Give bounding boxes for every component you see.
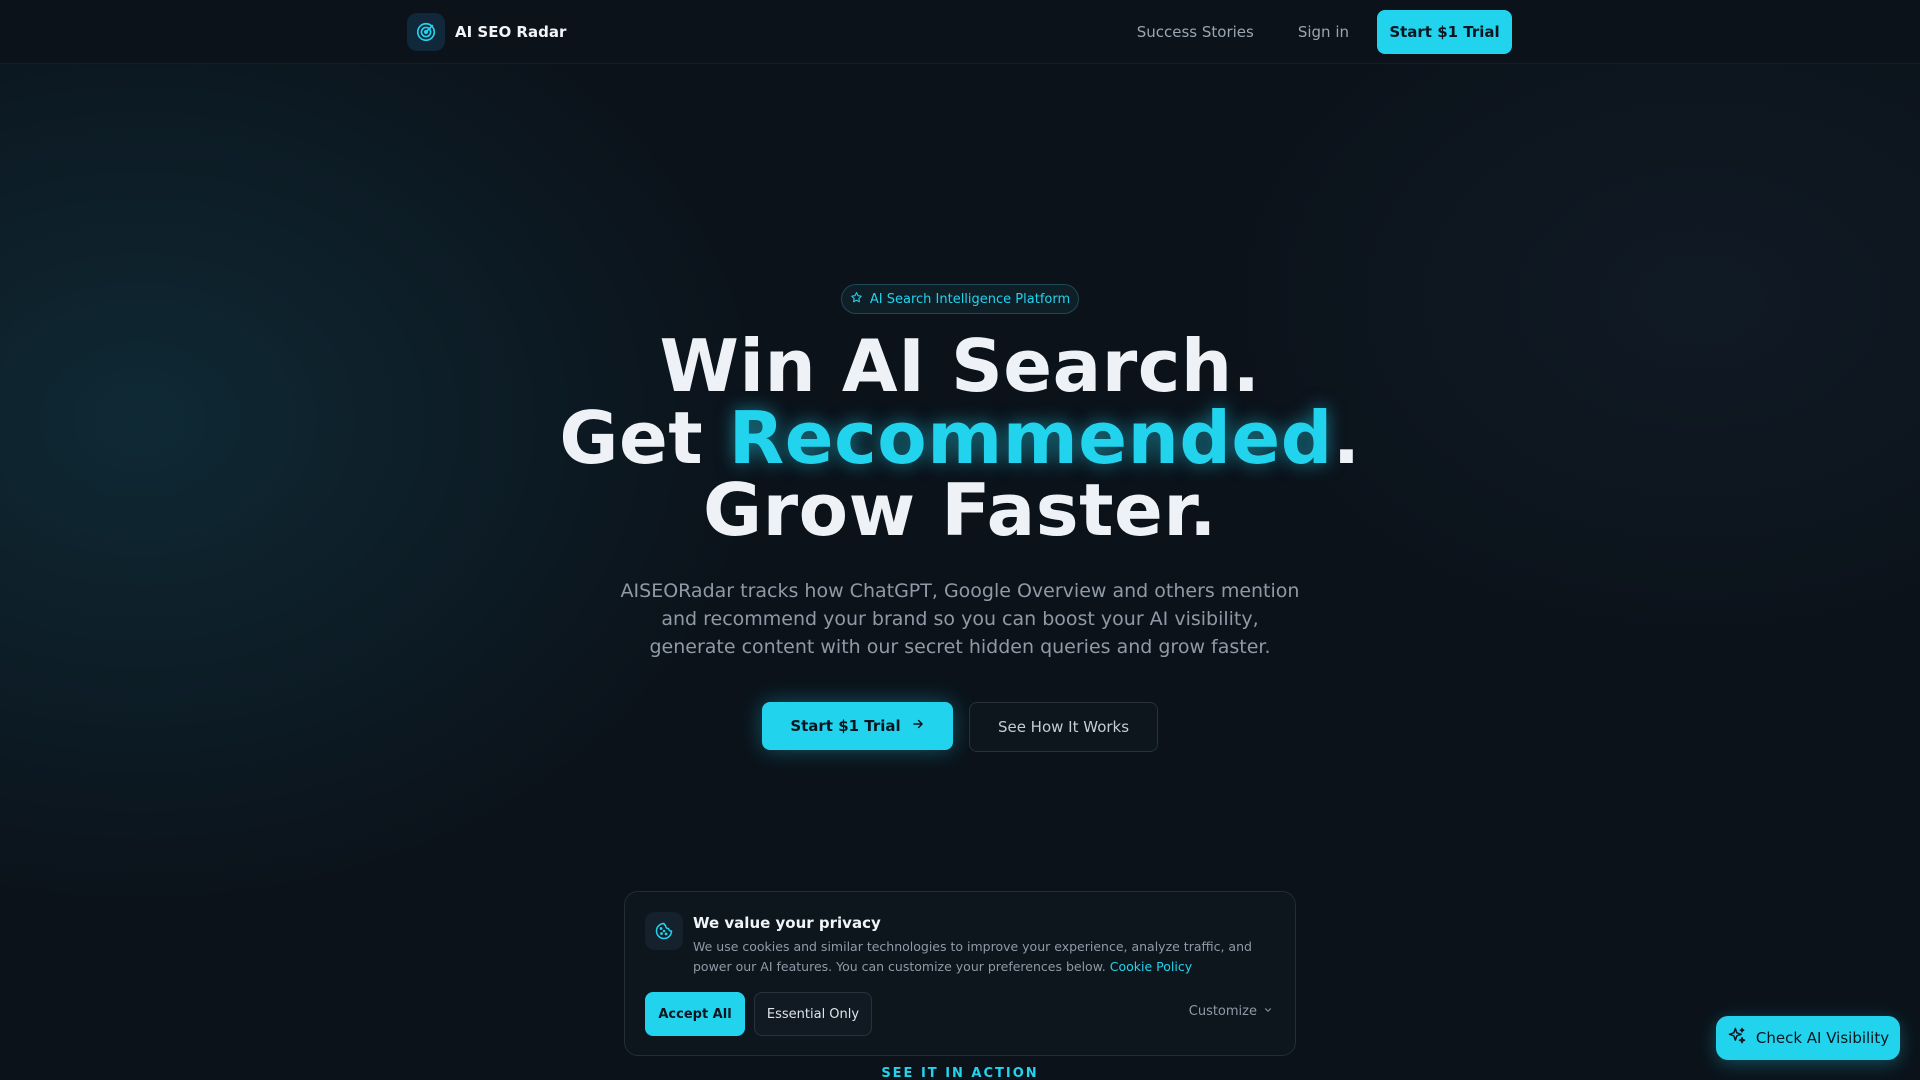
chevron-down-icon <box>1263 1004 1273 1019</box>
customize-toggle[interactable]: Customize <box>1189 1004 1273 1019</box>
essential-only-button[interactable]: Essential Only <box>754 992 872 1036</box>
cookie-description: We use cookies and similar technologies … <box>693 937 1278 977</box>
headline-line-2: Get Recommended. <box>460 402 1460 474</box>
platform-badge: AI Search Intelligence Platform <box>841 284 1079 314</box>
hero-headline: Win AI Search. Get Recommended. Grow Fas… <box>460 330 1460 546</box>
hero-start-trial-button[interactable]: Start $1 Trial <box>762 702 953 750</box>
cookie-policy-link[interactable]: Cookie Policy <box>1110 959 1192 974</box>
cookie-icon <box>645 912 683 950</box>
see-how-it-works-button[interactable]: See How It Works <box>969 702 1158 752</box>
nav-sign-in[interactable]: Sign in <box>1298 23 1349 41</box>
arrow-right-icon <box>911 717 925 735</box>
brand[interactable]: AI SEO Radar <box>407 13 566 51</box>
radar-icon <box>407 13 445 51</box>
main-nav: Success Stories Sign in Start $1 Trial <box>1137 10 1512 54</box>
check-ai-visibility-button[interactable]: Check AI Visibility <box>1716 1016 1900 1060</box>
hero-start-trial-label: Start $1 Trial <box>790 717 901 735</box>
headline-line-1: Win AI Search. <box>659 324 1261 408</box>
accept-all-button[interactable]: Accept All <box>645 992 745 1036</box>
cookie-actions: Accept All Essential Only <box>645 992 872 1036</box>
section-label: SEE IT IN ACTION <box>881 1066 1039 1080</box>
sparkles-icon <box>1727 1026 1747 1050</box>
cookie-consent-banner: We value your privacy We use cookies and… <box>624 891 1296 1056</box>
check-ai-visibility-label: Check AI Visibility <box>1755 1029 1890 1047</box>
start-trial-button[interactable]: Start $1 Trial <box>1377 10 1512 54</box>
hero-subheadline: AISEORadar tracks how ChatGPT, Google Ov… <box>620 580 1300 658</box>
headline-line-3: Grow Faster. <box>703 468 1217 552</box>
brand-name: AI SEO Radar <box>455 23 567 41</box>
nav-success-stories[interactable]: Success Stories <box>1137 23 1254 41</box>
hero-cta-row: Start $1 Trial See How It Works <box>762 702 1158 752</box>
top-navbar: AI SEO Radar Success Stories Sign in Sta… <box>0 0 1920 64</box>
customize-label: Customize <box>1188 1004 1257 1019</box>
badge-label: AI Search Intelligence Platform <box>869 291 1071 307</box>
cookie-title: We value your privacy <box>693 914 881 932</box>
star-icon <box>850 291 863 308</box>
headline-line-2-end: . <box>1332 396 1361 480</box>
